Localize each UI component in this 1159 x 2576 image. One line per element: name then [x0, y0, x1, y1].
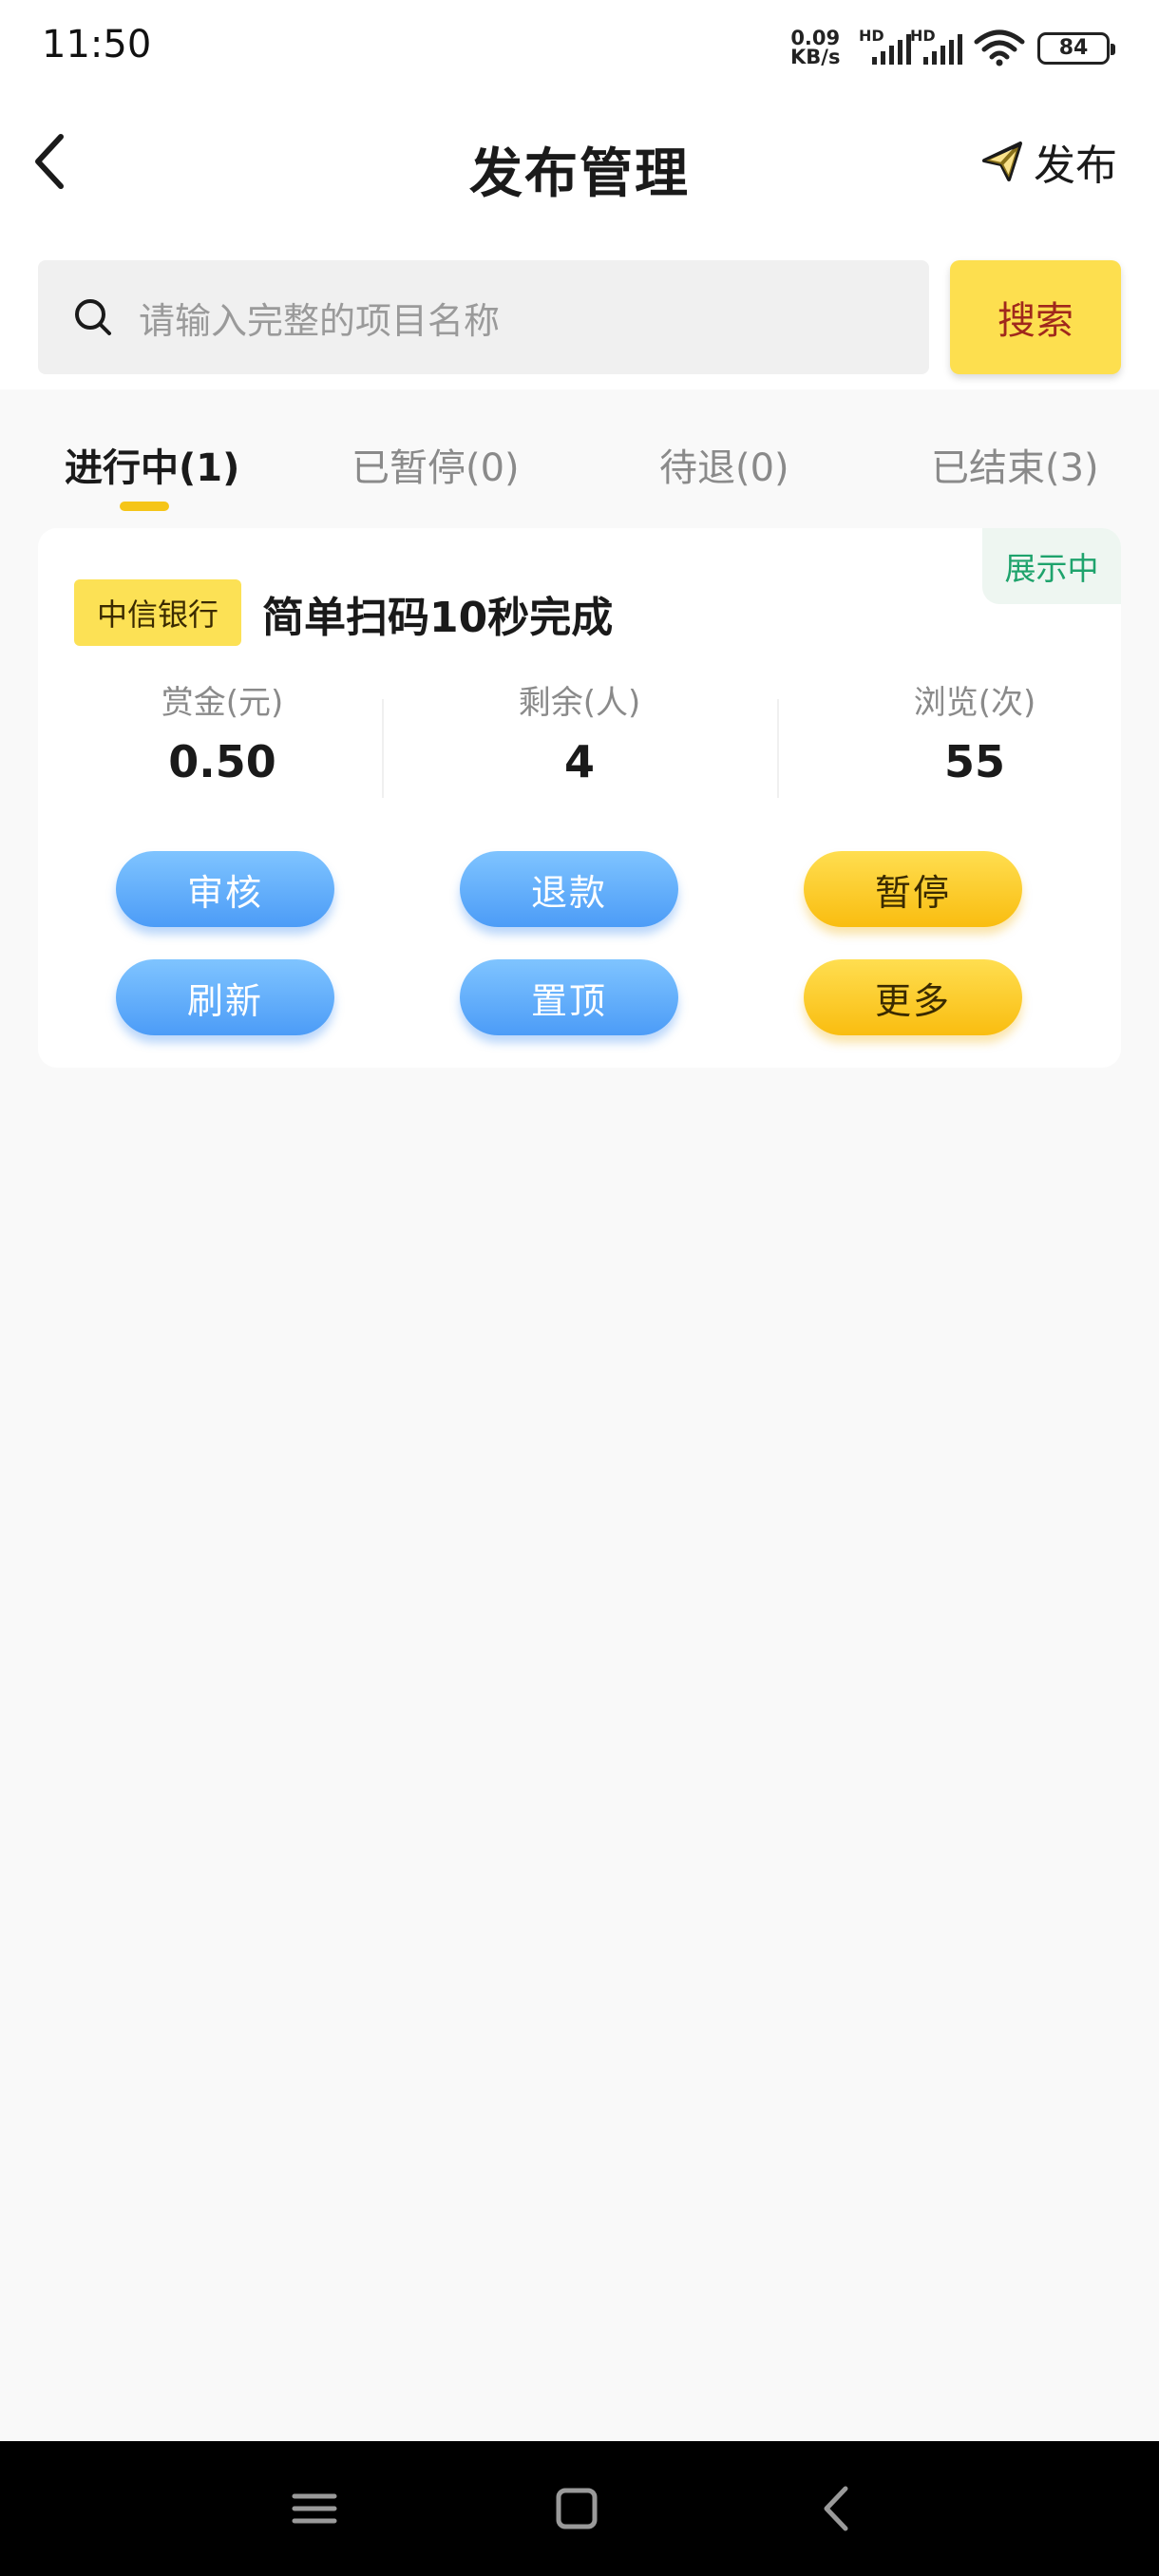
status-time: 11:50: [42, 23, 152, 66]
stat-remaining: 剩余(人) 4: [437, 676, 722, 787]
search-placeholder: 请输入完整的项目名称: [139, 299, 501, 342]
stat-views-value: 55: [943, 736, 1005, 787]
signal-1-icon: HD: [859, 27, 916, 65]
stat-views-label: 浏览(次): [913, 684, 1036, 722]
net-speed: 0.09 KB/s: [790, 27, 841, 68]
tab-active-indicator: [120, 502, 169, 511]
search-input[interactable]: 请输入完整的项目名称: [38, 260, 929, 374]
stat-reward: 赏金(元) 0.50: [80, 676, 365, 787]
net-speed-unit: KB/s: [790, 46, 841, 68]
status-badge: 展示中: [982, 528, 1121, 604]
publish-management-page: 11:50 0.09 KB/s HD HD 84 发布管理 发布 请输入完整的项…: [0, 0, 1159, 2576]
home-button[interactable]: [543, 2475, 610, 2542]
menu-button[interactable]: [281, 2475, 348, 2542]
tab-ended[interactable]: 已结束(3): [931, 437, 1099, 492]
stat-remaining-label: 剩余(人): [518, 684, 641, 722]
bank-tag: 中信银行: [74, 579, 241, 646]
task-title: 简单扫码10秒完成: [262, 594, 614, 642]
battery-level: 84: [1058, 36, 1089, 60]
header: 发布管理 发布: [0, 104, 1159, 218]
back-chevron-icon: [824, 2486, 848, 2531]
task-card[interactable]: 展示中 中信银行 简单扫码10秒完成 赏金(元) 0.50 剩余(人) 4 浏览…: [38, 528, 1121, 1068]
home-square-icon: [556, 2488, 598, 2529]
refresh-button[interactable]: 刷新: [116, 959, 334, 1035]
search-button[interactable]: 搜索: [950, 260, 1121, 374]
refund-button[interactable]: 退款: [460, 851, 678, 927]
stat-remaining-value: 4: [563, 736, 595, 787]
stat-reward-value: 0.50: [168, 736, 276, 787]
stat-divider: [777, 699, 779, 798]
tab-pending-refund[interactable]: 待退(0): [659, 437, 789, 492]
system-nav-bar: [0, 2441, 1159, 2576]
more-button[interactable]: 更多: [804, 959, 1022, 1035]
paper-plane-icon: [982, 142, 1022, 181]
review-button[interactable]: 审核: [116, 851, 334, 927]
stat-views: 浏览(次) 55: [832, 676, 1117, 787]
status-tabs: 进行中(1) 已暂停(0) 待退(0) 已结束(3): [0, 391, 1159, 515]
tab-paused[interactable]: 已暂停(0): [352, 437, 520, 492]
signal-2-icon: HD: [910, 27, 967, 65]
pin-top-button[interactable]: 置顶: [460, 959, 678, 1035]
publish-label: 发布: [1034, 142, 1117, 190]
stat-divider: [382, 699, 384, 798]
battery-icon: 84: [1037, 32, 1115, 65]
menu-icon: [292, 2493, 337, 2524]
wifi-icon: [974, 29, 1025, 66]
status-bar: 11:50 0.09 KB/s HD HD 84: [0, 0, 1159, 95]
task-stats: 赏金(元) 0.50 剩余(人) 4 浏览(次) 55: [38, 676, 1121, 790]
system-back-button[interactable]: [804, 2475, 870, 2542]
search-icon: [75, 299, 111, 335]
publish-button[interactable]: 发布: [980, 133, 1117, 190]
tab-in-progress[interactable]: 进行中(1): [65, 437, 239, 492]
stat-reward-label: 赏金(元): [161, 684, 284, 722]
pause-button[interactable]: 暂停: [804, 851, 1022, 927]
net-speed-value: 0.09: [790, 27, 841, 49]
